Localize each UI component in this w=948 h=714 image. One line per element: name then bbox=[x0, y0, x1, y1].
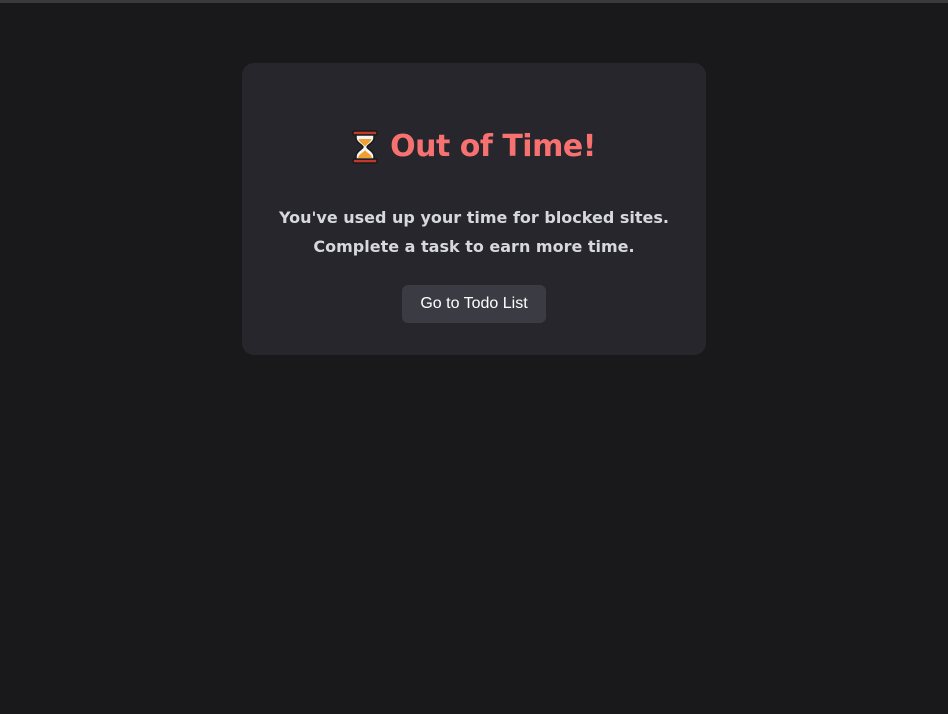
window-top-border bbox=[0, 0, 948, 3]
message-line-2: Complete a task to earn more time. bbox=[313, 237, 635, 256]
time-up-message: You've used up your time for blocked sit… bbox=[242, 203, 706, 261]
page-title: Out of Time! bbox=[390, 129, 596, 164]
hourglass-icon bbox=[352, 130, 378, 164]
go-to-todo-list-button[interactable]: Go to Todo List bbox=[402, 285, 546, 323]
message-line-1: You've used up your time for blocked sit… bbox=[279, 208, 669, 227]
title-row: Out of Time! bbox=[242, 127, 706, 167]
out-of-time-card: Out of Time! You've used up your time fo… bbox=[242, 63, 706, 355]
